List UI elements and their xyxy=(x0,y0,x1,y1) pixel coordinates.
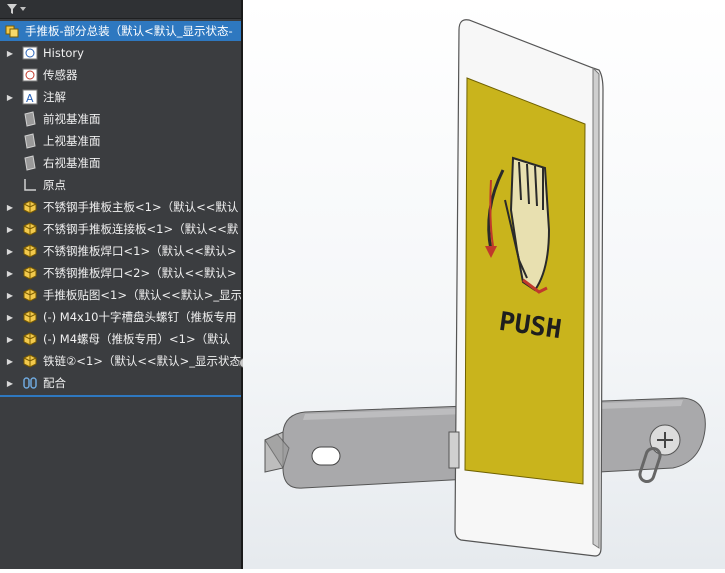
part-icon xyxy=(23,332,37,346)
annotation-icon: A xyxy=(22,89,38,105)
tree-item[interactable]: ▶ (-) M4x10十字槽盘头螺钉（推板专用 xyxy=(0,307,241,327)
part-icon xyxy=(23,200,37,214)
expand-arrow-icon[interactable]: ▶ xyxy=(4,291,16,300)
tree-item[interactable]: ▶ History xyxy=(0,43,241,63)
part-icon xyxy=(23,266,37,280)
tree-item-label: 右视基准面 xyxy=(43,156,101,170)
tree-item[interactable]: ▶ 配合 xyxy=(0,373,241,393)
tree-item[interactable]: ▶ 不锈钢手推板连接板<1>（默认<<默 xyxy=(0,219,241,239)
expand-arrow-icon[interactable]: ▶ xyxy=(4,379,16,388)
tree-item[interactable]: ▶ 不锈钢推板焊口<1>（默认<<默认> xyxy=(0,241,241,261)
expand-arrow-icon[interactable]: ▶ xyxy=(4,335,16,344)
tree-item[interactable]: 前视基准面 xyxy=(0,109,241,129)
tree-item-label: (-) M4螺母（推板专用）<1>（默认 xyxy=(43,332,231,346)
part-icon xyxy=(23,222,37,236)
plane-icon xyxy=(24,111,36,127)
filter-bar xyxy=(0,0,241,19)
tree-item-label: 配合 xyxy=(43,376,66,390)
weld-tab xyxy=(448,431,460,469)
tree-item-label: 前视基准面 xyxy=(43,112,101,126)
part-icon xyxy=(23,244,37,258)
tree-item-label: 铁链②<1>（默认<<默认>_显示状态 xyxy=(43,354,241,368)
sensor-icon xyxy=(22,68,38,82)
tree-root-assembly[interactable]: 手推板-部分总装（默认<默认_显示状态- xyxy=(0,21,241,41)
expand-arrow-icon[interactable]: ▶ xyxy=(4,313,16,322)
origin-icon xyxy=(24,179,36,191)
expand-arrow-icon[interactable]: ▶ xyxy=(4,357,16,366)
tree-item-label: 注解 xyxy=(43,90,66,104)
model-view: PUSH xyxy=(264,19,706,557)
tree-root-label: 手推板-部分总装（默认<默认_显示状态- xyxy=(25,24,233,38)
expand-arrow-icon[interactable]: ▶ xyxy=(4,49,16,58)
history-icon xyxy=(22,46,38,60)
tree-item-label: 不锈钢手推板主板<1>（默认<<默认 xyxy=(43,200,239,214)
expand-arrow-icon[interactable]: ▶ xyxy=(4,225,16,234)
mate-icon xyxy=(23,377,37,389)
tree-item-label: 不锈钢推板焊口<2>（默认<<默认> xyxy=(43,266,237,280)
feature-tree-panel: 手推板-部分总装（默认<默认_显示状态- ▶ History 传感器 ▶ A 注解前视基准… xyxy=(0,0,241,569)
expand-arrow-icon[interactable]: ▶ xyxy=(4,203,16,212)
main-push-plate xyxy=(454,19,604,557)
assembly-icon xyxy=(5,25,19,38)
tree-item-label: (-) M4x10十字槽盘头螺钉（推板专用 xyxy=(43,310,237,324)
tree-item-label: 原点 xyxy=(43,178,66,192)
tree-item[interactable]: 传感器 xyxy=(0,65,241,85)
tree-item-label: 手推板贴图<1>（默认<<默认>_显示 xyxy=(42,288,241,302)
tree-item-label: 不锈钢手推板连接板<1>（默认<<默 xyxy=(43,222,239,236)
tree-item-label: History xyxy=(43,46,84,60)
chevron-down-icon[interactable] xyxy=(20,6,26,12)
tree-item[interactable]: ▶ 不锈钢推板焊口<2>（默认<<默认> xyxy=(0,263,241,283)
svg-text:A: A xyxy=(26,92,34,105)
tree-item-label: 上视基准面 xyxy=(43,134,101,148)
tree-item[interactable]: ▶ 不锈钢手推板主板<1>（默认<<默认 xyxy=(0,197,241,217)
tree-item-label: 不锈钢推板焊口<1>（默认<<默认> xyxy=(43,244,237,258)
plane-icon xyxy=(24,133,36,149)
tree-divider xyxy=(0,395,241,397)
expand-arrow-icon[interactable]: ▶ xyxy=(4,93,16,102)
expand-arrow-icon[interactable]: ▶ xyxy=(4,269,16,278)
plane-icon xyxy=(24,155,36,171)
tree-item[interactable]: ▶ 手推板贴图<1>（默认<<默认>_显示 xyxy=(0,285,241,305)
tree-item[interactable]: ▶ 铁链②<1>（默认<<默认>_显示状态 xyxy=(0,351,241,371)
tree-item[interactable]: ▶ A 注解 xyxy=(0,87,241,107)
tree-item[interactable]: 上视基准面 xyxy=(0,131,241,151)
graphics-viewport[interactable]: PUSH xyxy=(243,0,725,569)
tree-item[interactable]: 右视基准面 xyxy=(0,153,241,173)
filter-icon[interactable] xyxy=(6,3,18,15)
expand-arrow-icon[interactable]: ▶ xyxy=(4,247,16,256)
part-icon xyxy=(23,354,37,368)
tree-item-label: 传感器 xyxy=(43,68,78,82)
part-icon xyxy=(23,310,37,324)
tree-item[interactable]: ▶ (-) M4螺母（推板专用）<1>（默认 xyxy=(0,329,241,349)
tree-item[interactable]: 原点 xyxy=(0,175,241,195)
part-icon xyxy=(23,288,37,302)
